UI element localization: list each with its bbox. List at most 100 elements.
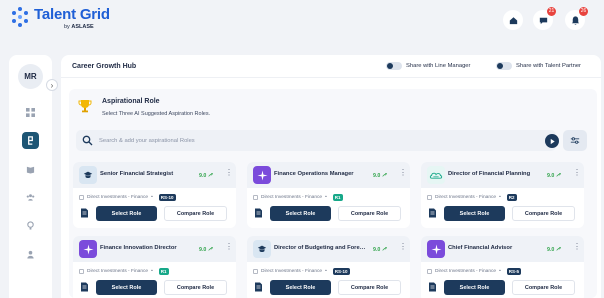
match-score-value: 9.0 [373,173,381,179]
top-bar: Talent Grid by ASLASE 21 26 [0,0,604,40]
compare-role-button[interactable]: Compare Role [338,280,401,295]
role-card-header: Senior Financial Strategist 9.0 ⋮ [73,162,236,188]
team-icon[interactable] [22,189,39,206]
document-icon[interactable] [80,208,89,218]
career-icon[interactable] [22,132,39,149]
building-icon [79,269,84,274]
role-level-badge: R2 [506,194,517,201]
profile-icon[interactable] [22,246,39,263]
role-title[interactable]: Finance Innovation Director [100,245,192,251]
search-icon [82,135,93,146]
match-score-value: 9.0 [547,173,555,179]
role-card[interactable]: Director of Financial Planning 9.0 ⋮ Dir… [421,162,584,228]
sidebar: MR [9,55,52,298]
role-title[interactable]: Director of Budgeting and Forecasting [274,245,366,251]
role-department: Direct Investments - Finance [87,195,149,200]
role-meta: Direct Investments - Finance • RS-10 [79,194,176,201]
toggle-switch[interactable] [496,62,512,70]
select-role-button[interactable]: Select Role [96,280,157,295]
by-label: by [64,24,70,30]
more-options-icon[interactable]: ⋮ [573,243,581,251]
role-card[interactable]: Finance Innovation Director 9.0 ⋮ Direct… [73,236,236,298]
role-title[interactable]: Finance Operations Manager [274,171,366,177]
sparkle-icon [253,166,271,184]
role-card[interactable]: Chief Financial Advisor 9.0 ⋮ Direct Inv… [421,236,584,298]
sparkle-icon [427,240,445,258]
building-icon [427,195,432,200]
share-line-manager-toggle[interactable]: Share with Line Manager [386,62,470,70]
role-department: Direct Investments - Finance [261,195,323,200]
select-role-button[interactable]: Select Role [270,280,331,295]
building-icon [253,195,258,200]
bell-icon[interactable]: 26 [565,7,588,30]
app-title: Talent Grid [34,6,110,23]
role-card[interactable]: Finance Operations Manager 9.0 ⋮ Direct … [247,162,410,228]
match-score: 9.0 [199,172,213,179]
role-level-badge: R1 [158,268,169,275]
document-icon[interactable] [254,208,263,218]
share-talent-partner-toggle[interactable]: Share with Talent Partner [496,62,581,70]
search-bar [76,130,559,151]
role-title[interactable]: Senior Financial Strategist [100,171,192,177]
trend-up-icon [382,246,387,251]
building-icon [79,195,84,200]
trend-up-icon [556,172,561,177]
role-department: Direct Investments - Finance [261,269,323,274]
role-card[interactable]: Senior Financial Strategist 9.0 ⋮ Direct… [73,162,236,228]
dashboard-icon[interactable] [22,104,39,121]
select-role-button[interactable]: Select Role [270,206,331,221]
toggle-switch[interactable] [386,62,402,70]
search-submit-button[interactable] [545,134,559,148]
compare-role-button[interactable]: Compare Role [164,206,227,221]
role-title[interactable]: Director of Financial Planning [448,171,540,177]
chat-badge: 21 [547,7,556,16]
document-icon[interactable] [428,208,437,218]
trophy-icon [78,100,92,113]
compare-role-button[interactable]: Compare Role [164,280,227,295]
more-options-icon[interactable]: ⋮ [399,243,407,251]
building-icon [253,269,258,274]
match-score: 9.0 [373,172,387,179]
ideas-icon[interactable] [22,217,39,234]
role-card[interactable]: Director of Budgeting and Forecasting 9.… [247,236,410,298]
document-icon[interactable] [428,282,437,292]
avatar[interactable]: MR [18,64,43,89]
filter-button[interactable] [563,130,587,151]
select-role-button[interactable]: Select Role [444,280,505,295]
match-score-value: 9.0 [547,247,555,253]
chat-icon[interactable]: 21 [533,7,556,30]
role-card-header: Director of Financial Planning 9.0 ⋮ [421,162,584,188]
compare-role-button[interactable]: Compare Role [512,280,575,295]
compare-role-button[interactable]: Compare Role [512,206,575,221]
more-options-icon[interactable]: ⋮ [573,169,581,177]
role-title[interactable]: Chief Financial Advisor [448,245,540,251]
app-logo[interactable]: Talent Grid by ASLASE [10,7,110,30]
select-role-button[interactable]: Select Role [444,206,505,221]
sidebar-collapse-button[interactable]: › [46,79,58,91]
home-icon[interactable] [503,10,523,30]
role-card-header: Director of Budgeting and Forecasting 9.… [247,236,410,262]
trend-up-icon [208,246,213,251]
search-input[interactable] [99,133,499,148]
match-score: 9.0 [547,172,561,179]
role-card-header: Finance Innovation Director 9.0 ⋮ [73,236,236,262]
match-score-value: 9.0 [199,173,207,179]
more-options-icon[interactable]: ⋮ [225,243,233,251]
book-icon[interactable] [22,161,39,178]
aspiration-title: Aspirational Role [102,98,160,105]
document-icon[interactable] [254,282,263,292]
trend-up-icon [382,172,387,177]
filter-sliders-icon [570,137,580,144]
share-line-manager-label: Share with Line Manager [406,63,471,69]
match-score-value: 9.0 [199,247,207,253]
document-icon[interactable] [80,282,89,292]
role-level-badge: R1 [332,194,343,201]
select-role-button[interactable]: Select Role [96,206,157,221]
main-panel: Career Growth Hub Share with Line Manage… [61,55,601,298]
compare-role-button[interactable]: Compare Role [338,206,401,221]
more-options-icon[interactable]: ⋮ [399,169,407,177]
cloud-logo-icon [427,166,445,184]
building-icon [427,269,432,274]
aspiration-subtitle: Select Three AI Suggested Aspiration Rol… [102,111,211,117]
more-options-icon[interactable]: ⋮ [225,169,233,177]
